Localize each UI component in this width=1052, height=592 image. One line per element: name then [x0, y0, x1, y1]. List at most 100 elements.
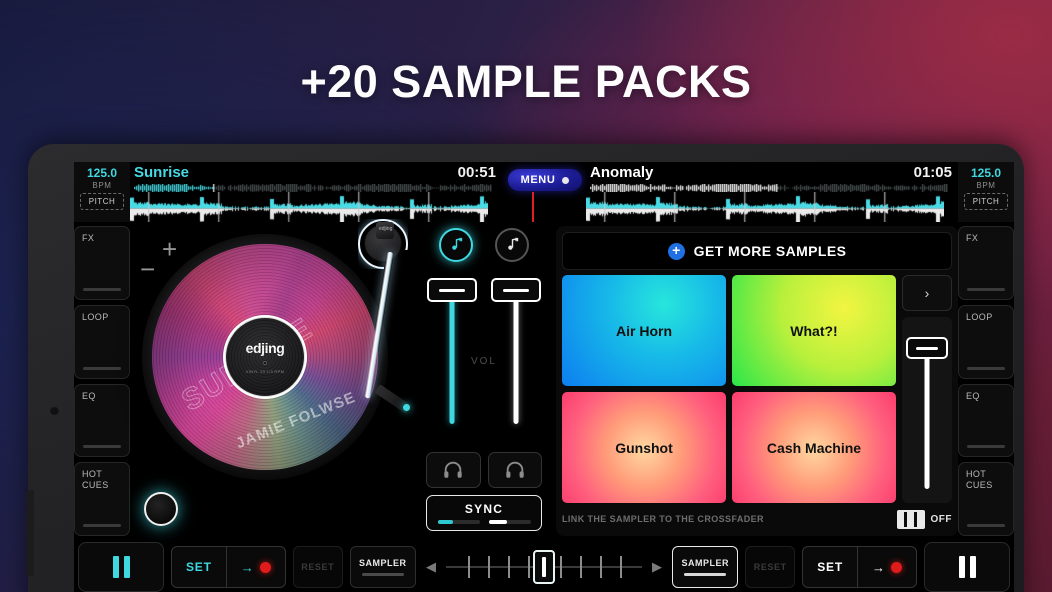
record-dot-icon — [891, 561, 902, 573]
rack-button-fx-left[interactable]: FX — [74, 226, 130, 300]
sampler-toggle-indicator — [361, 573, 404, 576]
crossfader-track[interactable] — [446, 550, 642, 584]
set-button-right[interactable]: SET — [803, 547, 857, 587]
sampler-pad-gunshot[interactable]: Gunshot — [562, 392, 726, 503]
get-more-samples-button[interactable]: + GET MORE SAMPLES — [562, 232, 952, 270]
rack-indicator — [967, 445, 1005, 449]
rack-button-hotcues-left[interactable]: HOT CUES — [74, 462, 130, 536]
turntable-left[interactable]: + − SUNRISE JAMIE FOLWSE edjing VINYL 33… — [130, 219, 418, 536]
crossfader-tick — [528, 556, 530, 578]
play-pause-button-right[interactable] — [924, 542, 1010, 592]
load-track-button-b[interactable] — [495, 228, 529, 262]
sampler-fader-handle[interactable] — [906, 337, 948, 359]
get-more-samples-label: GET MORE SAMPLES — [693, 243, 847, 259]
rack-button-fx-right[interactable]: FX — [958, 226, 1014, 300]
crossfader-tick — [508, 556, 510, 578]
pitch-button-left[interactable]: PITCH — [80, 193, 124, 210]
crossfader-link-toggle[interactable]: OFF — [896, 509, 953, 529]
vinyl-sub-text: VINYL 33 1/3 RPM — [245, 369, 285, 374]
sampler-pad-what[interactable]: What?! — [732, 275, 896, 386]
crossfader[interactable]: ◀ ▶ — [423, 550, 666, 584]
pause-icon-bar — [969, 556, 976, 578]
next-bank-button[interactable]: › — [902, 275, 952, 311]
waveform-left[interactable]: Sunrise 00:51 — [130, 162, 502, 222]
vinyl-record[interactable]: SUNRISE JAMIE FOLWSE edjing VINYL 33 1/3… — [152, 244, 378, 470]
sampler-fader-stem — [924, 351, 930, 489]
play-pause-button-left[interactable] — [78, 542, 164, 592]
headphone-cue-a[interactable] — [426, 452, 481, 488]
rack-label: LOOP — [82, 311, 109, 322]
load-track-button-a[interactable] — [439, 228, 473, 262]
bpm-label-left: BPM — [92, 181, 112, 190]
main-waveform-right[interactable] — [586, 192, 958, 222]
pad-area: Air Horn What?! Gunshot Cash Machine › — [562, 275, 952, 503]
rack-button-loop-right[interactable]: LOOP — [958, 304, 1014, 379]
volume-faders: VOL — [418, 270, 550, 448]
playhead-marker — [532, 192, 534, 222]
crossfader-handle[interactable] — [533, 550, 555, 584]
rack-indicator — [83, 445, 121, 449]
rack-button-eq-right[interactable]: EQ — [958, 383, 1014, 458]
sync-label: SYNC — [464, 502, 504, 516]
vinyl-center-label: edjing VINYL 33 1/3 RPM — [223, 315, 307, 399]
waveform-right[interactable]: Anomaly 01:05 — [586, 162, 958, 222]
volume-fader-a[interactable] — [426, 270, 478, 448]
sampler-toggle-right[interactable]: SAMPLER — [672, 546, 739, 588]
triangle-left-icon[interactable]: ◀ — [426, 559, 436, 575]
tablet-device: 125.0 BPM PITCH Sunrise 00:51 MENU Anoma… — [26, 144, 1024, 592]
pause-icon-bar — [112, 556, 119, 578]
fader-handle-a[interactable] — [427, 278, 477, 302]
record-cue-button-right[interactable]: → — [857, 547, 916, 587]
menu-button[interactable]: MENU — [508, 169, 582, 191]
triangle-right-icon[interactable]: ▶ — [652, 559, 662, 575]
vinyl-title-text: SUNRISE — [176, 311, 319, 418]
cue-row — [418, 452, 550, 488]
rack-label: EQ — [82, 390, 96, 401]
rack-indicator — [83, 366, 121, 370]
reset-button-left[interactable]: RESET — [292, 546, 343, 588]
pitch-button-right[interactable]: PITCH — [964, 193, 1008, 210]
bpm-panel-right: 125.0 BPM PITCH — [958, 162, 1014, 222]
sampler-toggle-left[interactable]: SAMPLER — [349, 546, 416, 588]
bpm-value-left: 125.0 — [86, 166, 118, 180]
pitch-down-icon[interactable]: − — [140, 254, 155, 285]
record-dot-icon[interactable] — [562, 176, 570, 184]
sync-meter-a — [437, 520, 480, 524]
main-waveform-left[interactable] — [130, 192, 502, 222]
record-dot-icon — [259, 561, 271, 573]
mini-waveform-right — [590, 184, 954, 192]
sampler-toggle-indicator — [684, 573, 727, 576]
sampler-pad-air-horn[interactable]: Air Horn — [562, 275, 726, 386]
rack-indicator — [967, 287, 1005, 291]
page-title: +20 SAMPLE PACKS — [300, 56, 752, 107]
sampler-side-controls: › — [902, 275, 952, 503]
set-button-left[interactable]: SET — [172, 547, 226, 587]
volume-fader-b[interactable] — [490, 270, 542, 448]
rack-button-eq-left[interactable]: EQ — [74, 383, 130, 458]
mixer-section: VOL SYNC — [418, 222, 550, 536]
spindle-hole-icon — [263, 361, 267, 365]
sampler-pad-cash-machine[interactable]: Cash Machine — [732, 392, 896, 503]
reset-button-right[interactable]: RESET — [745, 546, 796, 588]
music-note-add-icon — [451, 237, 462, 250]
menu-area: MENU — [502, 162, 586, 222]
platter[interactable]: SUNRISE JAMIE FOLWSE edjing VINYL 33 1/3… — [142, 234, 388, 480]
arrow-right-icon: → — [872, 559, 885, 575]
fader-stem — [449, 294, 455, 424]
rack-button-hotcues-right[interactable]: HOT CUES — [958, 462, 1014, 536]
rack-button-loop-left[interactable]: LOOP — [74, 304, 130, 379]
headphone-cue-b[interactable] — [487, 452, 542, 488]
sync-button[interactable]: SYNC — [426, 495, 542, 531]
toggle-switch-icon[interactable] — [896, 509, 925, 529]
pause-icon-bar — [123, 556, 130, 578]
load-row — [418, 228, 550, 262]
cue-knob[interactable] — [144, 492, 178, 526]
sampler-volume-fader[interactable] — [902, 317, 952, 503]
record-cue-button-left[interactable]: → — [225, 547, 285, 587]
track-title-left: Sunrise — [134, 164, 190, 181]
rack-left: FX LOOP EQ HOT CUES — [74, 222, 130, 536]
device-side-button[interactable] — [26, 490, 34, 576]
fader-handle-b[interactable] — [491, 278, 541, 302]
rack-label: HOT CUES — [966, 469, 993, 491]
pitch-up-icon[interactable]: + — [162, 234, 177, 265]
